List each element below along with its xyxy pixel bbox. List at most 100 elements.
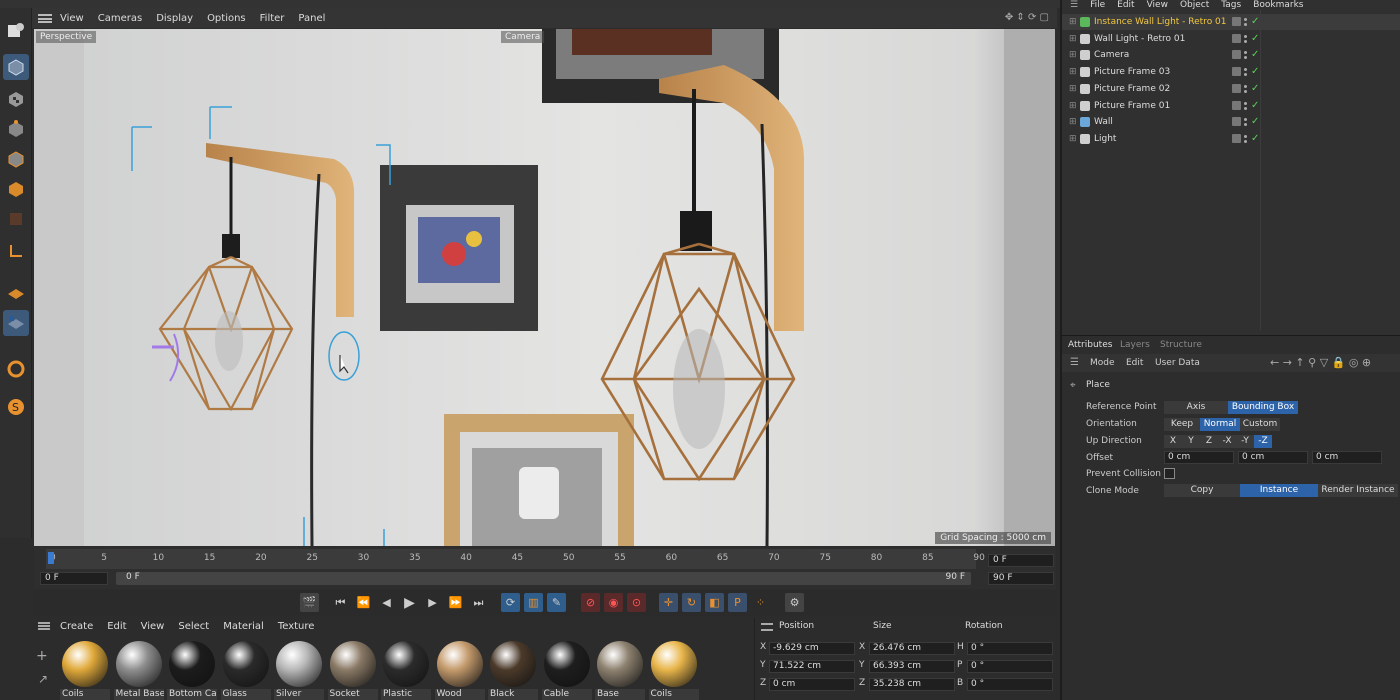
key-position-icon[interactable]: ✛ [659, 593, 678, 612]
offset-y-field[interactable]: 0 cm [1238, 451, 1308, 464]
visibility-dots-icon[interactable] [1244, 133, 1248, 145]
key-rotation-icon[interactable]: ↻ [682, 593, 701, 612]
object-row[interactable]: ⊞ Wall Light - Retro 01 ✓ [1062, 31, 1400, 47]
magnet-icon[interactable] [3, 356, 29, 382]
position-field[interactable]: -9.629 cm [769, 642, 855, 655]
orientation-normal[interactable]: Normal [1200, 418, 1240, 431]
object-menu-bookmarks[interactable]: Bookmarks [1253, 0, 1303, 10]
layer-checkbox-icon[interactable] [1232, 67, 1241, 77]
material-swatch[interactable]: Socket [327, 637, 378, 700]
axis-mode-icon[interactable] [3, 238, 29, 264]
attr-menu-icon[interactable]: ☰ [1070, 357, 1079, 368]
visibility-dots-icon[interactable] [1244, 49, 1248, 61]
orientation-keep[interactable]: Keep [1164, 418, 1200, 431]
material-arrow-icon[interactable]: ↗ [38, 672, 48, 686]
object-row[interactable]: ⊞ Picture Frame 01 ✓ [1062, 98, 1400, 114]
material-swatch[interactable]: Base [595, 637, 645, 700]
go-to-end-icon[interactable]: ⏭ [469, 593, 488, 612]
visibility-dots-icon[interactable] [1244, 16, 1248, 28]
object-menu-icon[interactable]: ☰ [1070, 0, 1078, 10]
material-swatch[interactable]: Metal Base [113, 637, 164, 700]
model-mode-icon[interactable] [3, 54, 29, 80]
next-frame-icon[interactable]: ▶ [423, 593, 442, 612]
clone-mode-render-instance[interactable]: Render Instance [1318, 484, 1398, 497]
position-field[interactable]: 71.522 cm [769, 660, 855, 673]
size-field[interactable]: 35.238 cm [869, 678, 955, 691]
object-row[interactable]: ⊞ Wall ✓ [1062, 114, 1400, 130]
record-settings-icon[interactable]: 🎬 [300, 593, 319, 612]
menu-filter[interactable]: Filter [260, 13, 285, 24]
sound-icon[interactable]: ✎ [547, 593, 566, 612]
enabled-check-icon[interactable]: ✓ [1251, 31, 1259, 47]
object-row[interactable]: ⊞ Picture Frame 02 ✓ [1062, 81, 1400, 97]
range-slider[interactable]: 0 F 90 F [116, 572, 971, 585]
material-menu-edit[interactable]: Edit [107, 621, 126, 632]
rotation-field[interactable]: 0 ° [967, 642, 1053, 655]
record-active-icon[interactable]: ⊘ [581, 593, 600, 612]
edges-mode-icon[interactable] [3, 146, 29, 172]
viewport-menu-icon[interactable] [38, 13, 52, 23]
tab-structure[interactable]: Structure [1160, 340, 1202, 350]
expand-icon[interactable]: ⊞ [1069, 98, 1077, 114]
position-field[interactable]: 0 cm [769, 678, 855, 691]
expand-icon[interactable]: ⊞ [1069, 31, 1077, 47]
clone-mode-instance[interactable]: Instance [1240, 484, 1318, 497]
attr-nav-icons[interactable]: ← → ↑ ⚲ ▽ 🔒 ◎ ⊕ [1270, 356, 1371, 369]
key-scale-icon[interactable]: ◧ [705, 593, 724, 612]
next-key-icon[interactable]: ⏩ [446, 593, 465, 612]
tab-layers[interactable]: Layers [1120, 340, 1150, 350]
scripts-icon[interactable]: S [3, 394, 29, 420]
visibility-dots-icon[interactable] [1244, 66, 1248, 78]
menu-display[interactable]: Display [156, 13, 193, 24]
material-swatch[interactable]: Bottom Ca [167, 637, 217, 700]
material-swatch[interactable]: Cable [541, 637, 592, 700]
material-menu-select[interactable]: Select [178, 621, 209, 632]
size-field[interactable]: 66.393 cm [869, 660, 955, 673]
enabled-check-icon[interactable]: ✓ [1251, 81, 1259, 97]
enabled-check-icon[interactable]: ✓ [1251, 131, 1259, 147]
material-menu-icon[interactable] [38, 622, 50, 630]
viewport-nav-icons[interactable]: ✥ ⇕ ⟳ ▢ [1005, 12, 1049, 23]
texture-mode-icon[interactable] [3, 86, 29, 112]
expand-icon[interactable]: ⊞ [1069, 47, 1077, 63]
add-material-icon[interactable]: + [36, 648, 48, 664]
object-menu-file[interactable]: File [1090, 0, 1105, 10]
enabled-check-icon[interactable]: ✓ [1251, 64, 1259, 80]
start-frame-field[interactable]: 0 F [40, 572, 108, 585]
attr-menu-edit[interactable]: Edit [1126, 358, 1143, 368]
material-menu-create[interactable]: Create [60, 621, 93, 632]
object-menu-object[interactable]: Object [1180, 0, 1209, 10]
clone-mode-copy[interactable]: Copy [1164, 484, 1240, 497]
reference-point-bounding-box[interactable]: Bounding Box [1228, 401, 1298, 414]
autokey-icon[interactable]: ◉ [604, 593, 623, 612]
offset-z-field[interactable]: 0 cm [1312, 451, 1382, 464]
enabled-check-icon[interactable]: ✓ [1251, 98, 1259, 114]
material-swatch[interactable]: Glass [220, 637, 271, 700]
up-direction-z[interactable]: Z [1200, 435, 1218, 448]
cinema4d-logo-icon[interactable] [3, 18, 29, 44]
motion-system-icon[interactable]: ⚙ [785, 593, 804, 612]
go-to-start-icon[interactable]: ⏮ [331, 593, 350, 612]
object-menu-view[interactable]: View [1147, 0, 1168, 10]
3d-viewport[interactable]: Perspective Camera Grid Spacing : 5000 c… [34, 29, 1055, 546]
tab-attributes[interactable]: Attributes [1068, 340, 1112, 350]
current-frame-field[interactable]: 0 F [988, 554, 1054, 567]
material-menu-view[interactable]: View [141, 621, 165, 632]
material-swatch[interactable]: Black [488, 637, 538, 700]
size-field[interactable]: 26.476 cm [869, 642, 955, 655]
key-parameter-icon[interactable]: P [728, 593, 747, 612]
layer-checkbox-icon[interactable] [1232, 133, 1241, 143]
points-mode-icon[interactable] [3, 116, 29, 142]
object-row[interactable]: ⊞ Picture Frame 03 ✓ [1062, 64, 1400, 80]
polygons-mode-icon[interactable] [3, 176, 29, 202]
enabled-check-icon[interactable]: ✓ [1251, 47, 1259, 63]
offset-x-field[interactable]: 0 cm [1164, 451, 1234, 464]
keyframe-selection-icon[interactable]: ⊙ [627, 593, 646, 612]
previous-key-icon[interactable]: ⏪ [354, 593, 373, 612]
menu-cameras[interactable]: Cameras [98, 13, 142, 24]
layer-checkbox-icon[interactable] [1232, 33, 1241, 43]
up-direction-neg-x[interactable]: -X [1218, 435, 1236, 448]
reference-point-axis[interactable]: Axis [1164, 401, 1228, 414]
object-menu-edit[interactable]: Edit [1117, 0, 1134, 10]
expand-icon[interactable]: ⊞ [1069, 64, 1077, 80]
